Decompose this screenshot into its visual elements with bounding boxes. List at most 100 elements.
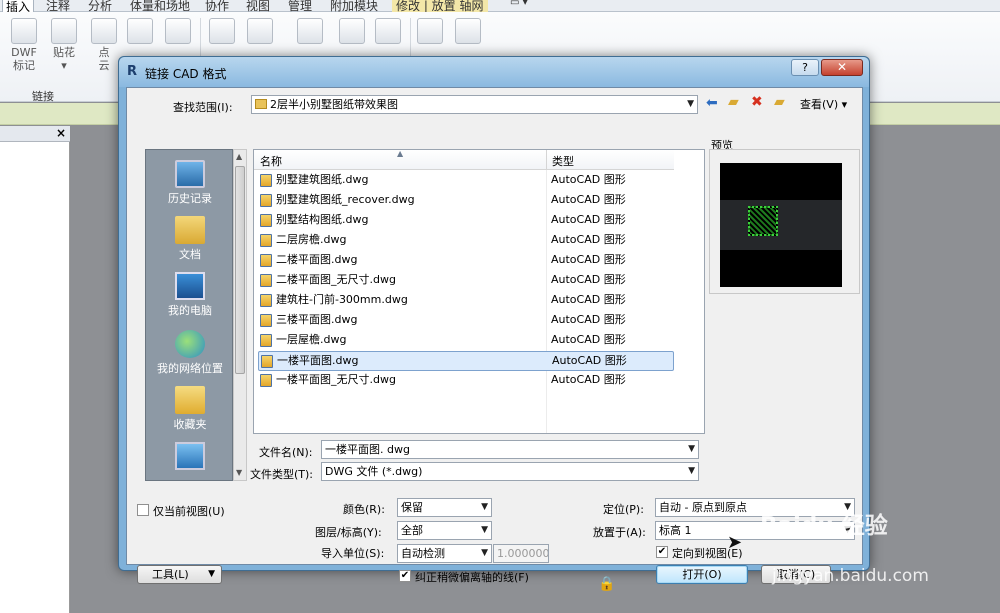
ribbon-tab-bar: 插入 注释 分析 体量和场地 协作 视图 管理 附加模块 修改 | 放置 轴网 … [0, 0, 1000, 15]
file-row[interactable]: 一楼平面图_无尺寸.dwg AutoCAD 图形 [258, 371, 674, 391]
file-type: AutoCAD 图形 [551, 333, 626, 346]
units-factor-input: 1.000000 [493, 544, 549, 563]
dialog-titlebar[interactable]: R 链接 CAD 格式 ? ✕ [119, 57, 869, 87]
component-button[interactable] [122, 18, 158, 46]
dwg-file-icon [260, 254, 272, 267]
file-row[interactable]: 别墅建筑图纸.dwg AutoCAD 图形 [258, 171, 674, 191]
column-name-header[interactable]: 名称 [260, 153, 282, 169]
lock-icon[interactable]: 🔒 [598, 576, 615, 592]
dwg-file-icon [260, 374, 272, 387]
family-icon [375, 18, 401, 44]
color-dropdown[interactable]: 保留 ▼ [397, 498, 492, 517]
filename-input[interactable]: 一楼平面图. dwg ▼ [321, 440, 699, 459]
file-row[interactable]: 别墅结构图纸.dwg AutoCAD 图形 [258, 211, 674, 231]
favorites-icon [175, 386, 205, 414]
import-icon [247, 18, 273, 44]
layers-value: 全部 [401, 524, 423, 537]
load-as-group-button[interactable] [450, 18, 486, 46]
current-view-only-checkbox[interactable] [137, 504, 149, 516]
open-button[interactable]: 打开(O) [656, 565, 748, 584]
dialog-title: 链接 CAD 格式 [145, 67, 227, 81]
image-button[interactable] [334, 18, 370, 46]
manage-links-icon [165, 18, 191, 44]
dwg-file-icon [261, 355, 273, 368]
point-cloud-button[interactable]: 点云 [86, 18, 122, 72]
panel-close-icon[interactable]: × [56, 126, 66, 140]
view-menu[interactable]: 查看(V) ▾ [800, 96, 847, 112]
decal-label: 贴花 [53, 46, 75, 59]
place-documents[interactable]: 文档 [146, 216, 234, 262]
file-list[interactable]: 名称 ▲ 类型 别墅建筑图纸.dwg AutoCAD 图形 别墅建筑图纸_recov… [253, 149, 705, 434]
file-row[interactable]: 别墅建筑图纸_recover.dwg AutoCAD 图形 [258, 191, 674, 211]
color-label: 颜色(R): [343, 503, 385, 516]
places-scrollbar[interactable]: ▲ ▼ [233, 149, 247, 481]
load-family-button[interactable] [412, 18, 448, 46]
file-name: 一楼平面图.dwg [277, 354, 359, 367]
family-button[interactable] [370, 18, 406, 46]
file-name: 二层房檐.dwg [276, 233, 347, 246]
manage-links-button[interactable] [160, 18, 196, 46]
import-cad-button[interactable] [204, 18, 240, 46]
file-type: AutoCAD 图形 [551, 233, 626, 246]
dwf-label: DWF 标记 [11, 46, 37, 72]
file-type: AutoCAD 图形 [552, 354, 627, 367]
place-my-computer[interactable]: 我的电脑 [146, 272, 234, 318]
dwf-markup-button[interactable]: DWF 标记 [6, 18, 42, 72]
file-row[interactable]: 一层屋檐.dwg AutoCAD 图形 [258, 331, 674, 351]
file-type: AutoCAD 图形 [551, 273, 626, 286]
chevron-down-icon[interactable]: ▼ [688, 441, 695, 458]
scroll-down-icon[interactable]: ▼ [236, 468, 242, 477]
load-group-icon [455, 18, 481, 44]
ribbon-group-label: 链接 [32, 90, 54, 103]
help-button[interactable]: ? [791, 59, 819, 76]
position-label: 定位(P): [603, 503, 644, 516]
filetype-dropdown[interactable]: DWG 文件 (*.dwg) ▼ [321, 462, 699, 481]
from-file-button[interactable] [292, 18, 328, 46]
units-dropdown[interactable]: 自动检测 ▼ [397, 544, 492, 563]
cad-icon [209, 18, 235, 44]
project-browser-panel [0, 126, 70, 613]
chevron-down-icon: ▼ [688, 466, 695, 476]
place-history[interactable]: 历史记录 [146, 160, 234, 206]
file-row[interactable]: 三楼平面图.dwg AutoCAD 图形 [258, 311, 674, 331]
file-name: 三楼平面图.dwg [276, 313, 358, 326]
close-button[interactable]: ✕ [821, 59, 863, 76]
point-cloud-icon [91, 18, 117, 44]
new-folder-icon[interactable]: ▰ [774, 94, 785, 110]
folder-icon [255, 99, 267, 109]
scroll-thumb[interactable] [235, 166, 245, 374]
file-row[interactable]: 建筑柱-门前-300mm.dwg AutoCAD 图形 [258, 291, 674, 311]
place-desktop[interactable] [146, 442, 234, 472]
delete-x-icon[interactable]: ✖ [751, 94, 763, 110]
orient-to-view-checkbox[interactable]: ✔ [656, 546, 668, 558]
file-row[interactable]: 一楼平面图.dwg AutoCAD 图形 [258, 351, 674, 371]
import-button[interactable] [242, 18, 278, 46]
layers-dropdown[interactable]: 全部 ▼ [397, 521, 492, 540]
file-row[interactable]: 二层房檐.dwg AutoCAD 图形 [258, 231, 674, 251]
my-computer-icon [175, 272, 205, 300]
correct-lines-checkbox[interactable]: ✔ [399, 570, 411, 582]
view-label: 查看(V) [800, 98, 839, 111]
tools-button[interactable]: 工具(L) ▼ [137, 565, 222, 584]
file-type: AutoCAD 图形 [551, 373, 626, 386]
dwg-file-icon [260, 274, 272, 287]
place-network[interactable]: 我的网络位置 [146, 330, 234, 376]
lookin-dropdown[interactable]: 2层半小别墅图纸带效果图 ▼ [251, 95, 698, 114]
file-type: AutoCAD 图形 [551, 193, 626, 206]
place-at-label: 放置于(A): [593, 526, 646, 539]
places-bar: 历史记录 文档 我的电脑 我的网络位置 收藏夹 [145, 149, 233, 481]
column-type-header[interactable]: 类型 [552, 153, 574, 169]
scroll-up-icon[interactable]: ▲ [236, 152, 242, 161]
decal-button[interactable]: 贴花 ▾ [46, 18, 82, 72]
header-divider[interactable] [546, 150, 547, 170]
file-row[interactable]: 二楼平面图_无尺寸.dwg AutoCAD 图形 [258, 271, 674, 291]
place-favorites[interactable]: 收藏夹 [146, 386, 234, 432]
place-network-label: 我的网络位置 [157, 362, 223, 375]
file-type: AutoCAD 图形 [551, 213, 626, 226]
watermark-logo: Baidu 经验 [760, 513, 888, 539]
filetype-value: DWG 文件 (*.dwg) [325, 465, 423, 478]
back-arrow-icon[interactable]: ⬅ [706, 95, 718, 111]
folder-up-icon[interactable]: ▰ [728, 94, 739, 110]
file-row[interactable]: 二楼平面图.dwg AutoCAD 图形 [258, 251, 674, 271]
ribbon-options-icon[interactable]: ▭ ▾ [510, 0, 528, 8]
